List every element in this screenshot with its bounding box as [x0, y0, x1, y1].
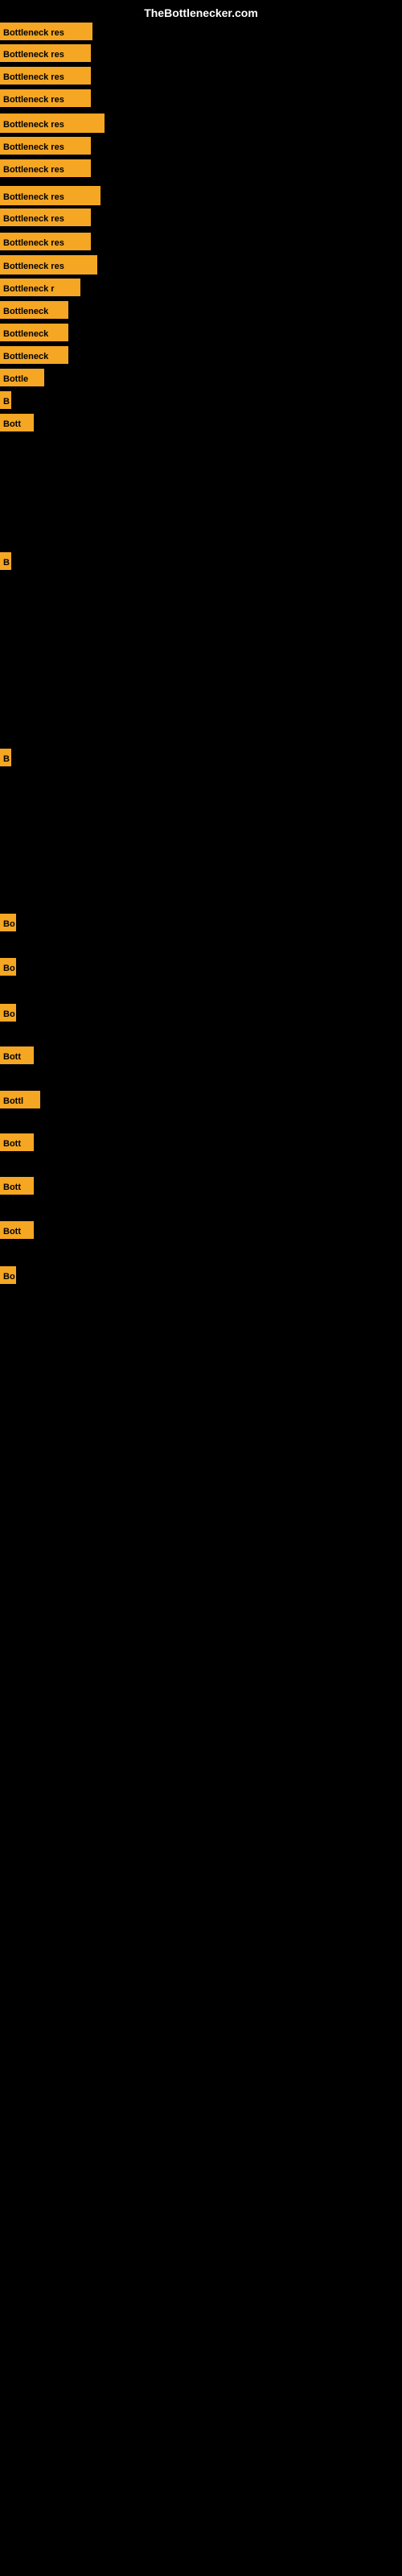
site-title: TheBottlenecker.com	[0, 6, 402, 19]
bottleneck-item-19[interactable]: B	[0, 552, 11, 570]
bottleneck-item-16[interactable]: Bottle	[0, 369, 44, 386]
bottleneck-item-28[interactable]: Bott	[0, 1221, 34, 1239]
bottleneck-item-2[interactable]: Bottleneck res	[0, 44, 91, 62]
bottleneck-item-3[interactable]: Bottleneck res	[0, 67, 91, 85]
bottleneck-item-23[interactable]: Bo	[0, 1004, 16, 1022]
bottleneck-item-18[interactable]: Bott	[0, 414, 34, 431]
bottleneck-item-22[interactable]: Bo	[0, 958, 16, 976]
bottleneck-item-27[interactable]: Bott	[0, 1177, 34, 1195]
bottleneck-item-8[interactable]: Bottleneck res	[0, 186, 100, 205]
bottleneck-item-14[interactable]: Bottleneck	[0, 324, 68, 341]
bottleneck-item-24[interactable]: Bott	[0, 1046, 34, 1064]
bottleneck-item-12[interactable]: Bottleneck r	[0, 279, 80, 296]
bottleneck-item-11[interactable]: Bottleneck res	[0, 255, 97, 275]
bottleneck-item-9[interactable]: Bottleneck res	[0, 208, 91, 226]
bottleneck-item-26[interactable]: Bott	[0, 1133, 34, 1151]
bottleneck-item-29[interactable]: Bo	[0, 1266, 16, 1284]
bottleneck-item-25[interactable]: Bottl	[0, 1091, 40, 1108]
bottleneck-item-21[interactable]: Bo	[0, 914, 16, 931]
bottleneck-item-15[interactable]: Bottleneck	[0, 346, 68, 364]
bottleneck-item-1[interactable]: Bottleneck res	[0, 23, 92, 40]
bottleneck-item-6[interactable]: Bottleneck res	[0, 137, 91, 155]
bottleneck-item-13[interactable]: Bottleneck	[0, 301, 68, 319]
bottleneck-item-4[interactable]: Bottleneck res	[0, 89, 91, 107]
bottleneck-item-17[interactable]: B	[0, 391, 11, 409]
bottleneck-item-20[interactable]: B	[0, 749, 11, 766]
bottleneck-item-5[interactable]: Bottleneck res	[0, 114, 105, 133]
bottleneck-item-7[interactable]: Bottleneck res	[0, 159, 91, 177]
bottleneck-item-10[interactable]: Bottleneck res	[0, 233, 91, 250]
